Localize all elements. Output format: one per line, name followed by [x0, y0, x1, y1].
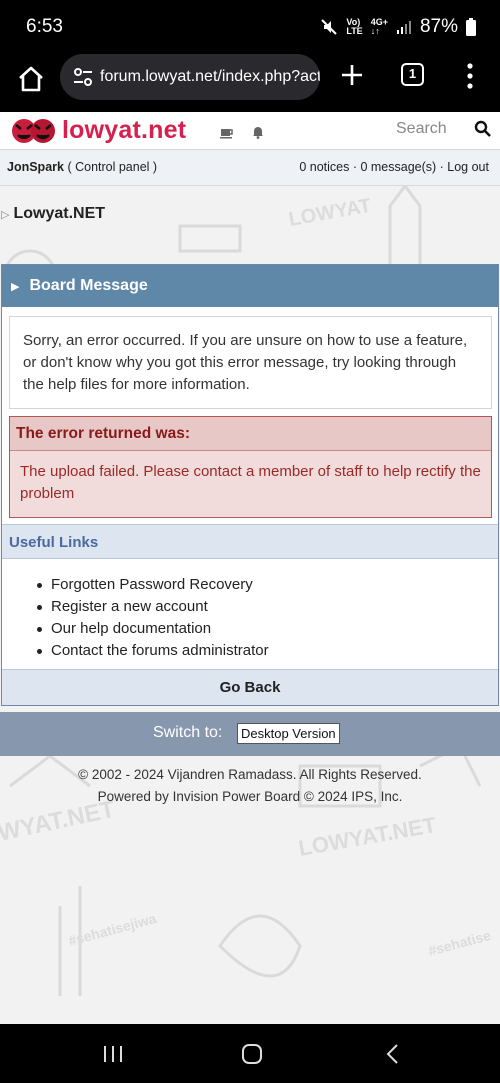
svg-text:#sehatise: #sehatise: [427, 927, 493, 959]
switch-bar: Switch to: Desktop Version: [0, 712, 500, 756]
status-bar: 6:53 Vo) LTE 4G+ ↓↑ 87%: [0, 0, 500, 54]
back-icon[interactable]: [382, 1044, 404, 1064]
switch-label: Switch to:: [153, 724, 223, 741]
svg-text:LOWYAT.NET: LOWYAT.NET: [297, 812, 439, 861]
useful-links-title: Useful Links: [2, 524, 498, 559]
coffee-icon[interactable]: [219, 124, 235, 140]
site-header: lowyat.net Search: [0, 112, 500, 150]
site-settings-icon[interactable]: [72, 66, 94, 88]
username-link[interactable]: JonSpark: [7, 160, 64, 174]
go-back-button[interactable]: Go Back: [2, 669, 498, 705]
board-message-panel: ▶ Board Message Sorry, an error occurred…: [1, 264, 499, 706]
search-input[interactable]: Search: [396, 120, 447, 138]
powered-by-text: Powered by Invision Power Board © 2024 I…: [97, 789, 403, 804]
signal-icon: [396, 21, 411, 34]
useful-links-list: Forgotten Password Recovery Register a n…: [2, 559, 498, 662]
error-title: The error returned was:: [10, 417, 491, 451]
system-nav-bar: [0, 1024, 500, 1083]
copyright-text: © 2002 - 2024 Vijandren Ramadass. All Ri…: [78, 767, 422, 782]
new-tab-icon[interactable]: [339, 62, 365, 88]
error-description: Sorry, an error occurred. If you are uns…: [9, 316, 492, 409]
search-icon[interactable]: [474, 120, 492, 138]
battery-icon: [466, 18, 476, 36]
network-indicator: 4G+ ↓↑: [371, 18, 388, 36]
status-time: 6:53: [26, 16, 63, 37]
board-message-title: Board Message: [29, 277, 148, 294]
recents-icon[interactable]: [102, 1044, 124, 1064]
logo-text: lowyat.net: [62, 115, 187, 144]
desktop-version-button[interactable]: Desktop Version: [237, 723, 340, 744]
bell-icon[interactable]: [250, 124, 266, 140]
address-bar[interactable]: forum.lowyat.net/index.php?act: [60, 54, 320, 100]
user-links[interactable]: 0 notices · 0 message(s) · Log out: [299, 160, 489, 174]
control-panel-link[interactable]: ( Control panel ): [67, 160, 157, 174]
link-contact-admin[interactable]: Contact the forums administrator: [37, 640, 498, 662]
logo-mascot-icon: [12, 119, 55, 143]
footer: © 2002 - 2024 Vijandren Ramadass. All Ri…: [0, 764, 500, 808]
battery-percent: 87%: [419, 16, 458, 37]
board-message-header: ▶ Board Message: [2, 265, 498, 307]
link-help-docs[interactable]: Our help documentation: [37, 618, 498, 640]
breadcrumb-arrow-icon: ▷: [1, 208, 10, 221]
error-text: The upload failed. Please contact a memb…: [20, 463, 481, 502]
site-logo[interactable]: lowyat.net: [10, 115, 186, 145]
caret-right-icon: ▶: [11, 280, 20, 293]
error-box: The error returned was: The upload faile…: [9, 416, 492, 518]
status-icons: Vo) LTE 4G+ ↓↑ 87%: [320, 16, 476, 38]
volte-bottom: LTE: [346, 26, 363, 36]
link-register[interactable]: Register a new account: [37, 596, 498, 618]
home-nav-icon[interactable]: [241, 1044, 263, 1064]
menu-icon[interactable]: [464, 62, 476, 90]
browser-toolbar: forum.lowyat.net/index.php?act 1: [0, 54, 500, 112]
url-text[interactable]: forum.lowyat.net/index.php?act: [100, 68, 320, 86]
breadcrumb[interactable]: ▷ Lowyat.NET: [1, 205, 105, 223]
breadcrumb-label[interactable]: Lowyat.NET: [13, 205, 105, 223]
link-password-recovery[interactable]: Forgotten Password Recovery: [37, 574, 498, 596]
tabs-icon[interactable]: 1: [401, 63, 424, 86]
user-bar: JonSpark ( Control panel ) 0 notices · 0…: [0, 150, 500, 186]
network-bottom: ↓↑: [370, 26, 380, 36]
user-info: JonSpark ( Control panel ): [7, 160, 157, 174]
volte-indicator: Vo) LTE: [346, 18, 362, 36]
svg-text:LOWYAT: LOWYAT: [287, 195, 373, 231]
mute-icon: [321, 19, 338, 35]
home-icon[interactable]: [16, 64, 46, 94]
